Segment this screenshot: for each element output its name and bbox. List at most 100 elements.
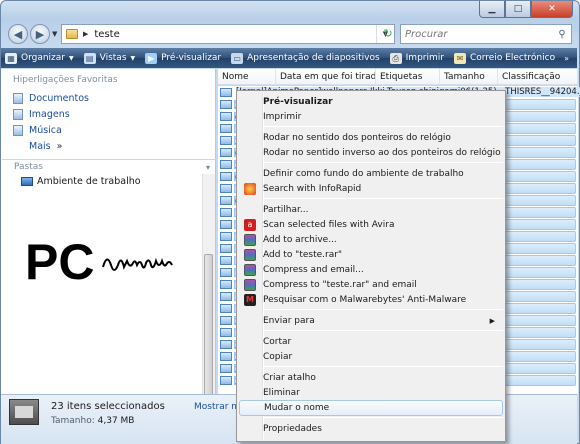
search-box[interactable]: ⚲ [400, 24, 572, 44]
nav-scrollbar-thumb[interactable] [204, 254, 213, 414]
menu-item-imprimir[interactable]: Imprimir [239, 109, 503, 125]
menu-item-cortar[interactable]: Cortar [239, 334, 503, 350]
selection-size: Tamanho: 4,37 MB [51, 416, 134, 426]
selected-row-highlight[interactable] [504, 231, 576, 242]
menu-item-compress-to-teste-rar-and-email[interactable]: Compress to "teste.rar" and email [239, 277, 503, 293]
selected-row-highlight[interactable] [504, 327, 576, 338]
menu-item-rodar-no-sentido-inverso-ao-dos-ponteiros-do-relogio[interactable]: Rodar no sentido inverso ao dos ponteiro… [239, 145, 503, 161]
refresh-icon[interactable]: ↻ [380, 25, 396, 43]
selected-row-highlight[interactable] [504, 351, 576, 362]
image-file-icon [220, 160, 232, 169]
menu-item-copiar[interactable]: Copiar [239, 349, 503, 365]
menu-item-pre-visualizar[interactable]: Pré-visualizar [239, 94, 503, 110]
selected-row-highlight[interactable] [504, 135, 576, 146]
column-name[interactable]: Nome [218, 69, 276, 85]
selected-row-highlight[interactable] [504, 111, 576, 122]
image-file-icon [220, 328, 232, 337]
breadcrumb-current[interactable]: teste [94, 29, 119, 40]
selected-row-highlight[interactable] [504, 375, 576, 386]
selected-row-highlight[interactable] [504, 195, 576, 206]
organize-button[interactable]: ▦ Organizar ▼ [1, 48, 80, 68]
selected-row-highlight[interactable] [504, 255, 576, 266]
malwarebytes-icon: M [244, 294, 256, 306]
views-dropdown-icon: ▼ [130, 54, 136, 62]
image-file-icon [220, 256, 232, 265]
favorite-music[interactable]: Música [13, 125, 62, 136]
search-input[interactable] [401, 28, 553, 40]
column-rating[interactable]: Classificação [498, 69, 578, 85]
selected-row-highlight[interactable] [504, 183, 576, 194]
menu-item-label: Enviar para [263, 316, 315, 326]
selected-row-highlight[interactable] [504, 123, 576, 134]
menu-item-scan-selected-files-with-avira[interactable]: a Scan selected files with Avira [239, 217, 503, 233]
selected-row-highlight[interactable] [504, 171, 576, 182]
image-file-icon [220, 148, 232, 157]
selected-row-highlight[interactable] [504, 99, 576, 110]
image-file-icon [220, 364, 232, 373]
image-file-icon [220, 196, 232, 205]
selected-row-highlight[interactable] [504, 315, 576, 326]
menu-item-add-to-teste-rar[interactable]: Add to "teste.rar" [239, 247, 503, 263]
column-tags[interactable]: Etiquetas [376, 69, 440, 85]
menu-item-definir-como-fundo-do-ambiente-de-trabalho[interactable]: Definir como fundo do ambiente de trabal… [239, 166, 503, 182]
column-date-taken[interactable]: Data em que foi tirada [276, 69, 376, 85]
views-button[interactable]: ▤ Vistas ▼ [80, 48, 142, 68]
desktop-icon [21, 177, 33, 186]
menu-item-partilhar[interactable]: Partilhar... [239, 202, 503, 218]
image-file-icon [220, 316, 232, 325]
favorites-header: Hiperligações Favoritas [13, 75, 118, 85]
file-row[interactable] [220, 87, 234, 98]
selected-row-highlight[interactable] [504, 219, 576, 230]
search-icon[interactable]: ⚲ [553, 29, 571, 40]
breadcrumb-arrow-icon[interactable]: ▶ [83, 30, 88, 38]
toolbar-overflow-icon[interactable]: » [564, 54, 577, 63]
minimize-button[interactable]: ▁ [479, 1, 505, 18]
print-icon: ⎙ [389, 52, 402, 64]
menu-item-compress-and-email[interactable]: Compress and email... [239, 262, 503, 278]
selected-row-highlight[interactable] [504, 279, 576, 290]
maximize-button[interactable]: □ [505, 1, 531, 18]
forward-button[interactable]: ▶ [30, 24, 50, 44]
close-button[interactable]: ✕ [531, 1, 573, 18]
selection-count: 23 itens seleccionados [51, 401, 165, 412]
menu-item-pesquisar-com-o-malwarebytes-anti-malware[interactable]: M Pesquisar com o Malwarebytes' Anti-Malw… [239, 292, 503, 308]
menu-item-rodar-no-sentido-dos-ponteiros-do-relogio[interactable]: Rodar no sentido dos ponteiros do relógi… [239, 130, 503, 146]
print-button[interactable]: ⎙ Imprimir [386, 48, 450, 68]
image-file-icon [220, 292, 232, 301]
selected-row-highlight[interactable] [504, 243, 576, 254]
favorite-pictures[interactable]: Imagens [13, 109, 70, 120]
image-file-icon [220, 220, 232, 229]
favorite-documents[interactable]: Documentos [13, 93, 89, 104]
menu-item-enviar-para[interactable]: Enviar para ▶ [239, 313, 503, 329]
history-dropdown-icon[interactable]: ▼ [52, 30, 57, 38]
image-file-icon [220, 184, 232, 193]
tree-item-desktop[interactable]: Ambiente de trabalho [21, 176, 141, 187]
favorites-more-link[interactable]: Mais » [29, 141, 62, 152]
preview-label: Pré-visualizar [161, 53, 222, 63]
selected-row-highlight[interactable] [504, 291, 576, 302]
selected-row-highlight[interactable] [504, 363, 576, 374]
documents-icon [13, 93, 23, 104]
menu-item-add-to-archive[interactable]: Add to archive... [239, 232, 503, 248]
favorite-pictures-label: Imagens [29, 109, 70, 120]
selected-row-highlight[interactable] [504, 207, 576, 218]
forward-arrow-icon: ▶ [35, 27, 45, 41]
menu-item-criar-atalho[interactable]: Criar atalho [239, 370, 503, 386]
back-button[interactable]: ◀ [8, 24, 28, 44]
menu-item-propriedades[interactable]: Propriedades [239, 421, 503, 437]
slideshow-button[interactable]: ▭ Apresentação de diapositivos [227, 48, 386, 68]
address-bar[interactable]: ▶ teste ▼ [61, 24, 395, 44]
organize-icon: ▦ [5, 52, 17, 64]
selected-row-highlight[interactable] [504, 303, 576, 314]
menu-item-mudar-o-nome[interactable]: Mudar o nome [239, 400, 503, 416]
menu-item-search-with-inforapid[interactable]: Search with InfoRapid [239, 181, 503, 197]
selected-row-highlight[interactable] [504, 159, 576, 170]
selected-row-highlight[interactable] [504, 147, 576, 158]
selected-row-highlight[interactable] [504, 267, 576, 278]
folders-header[interactable]: Pastas ▾ [2, 159, 216, 174]
email-button[interactable]: ✉ Correio Electrónico [450, 48, 561, 68]
selected-row-highlight[interactable] [504, 339, 576, 350]
preview-button[interactable]: ▶ Pré-visualizar [141, 48, 227, 68]
menu-item-eliminar[interactable]: Eliminar [239, 385, 503, 401]
column-size[interactable]: Tamanho [440, 69, 498, 85]
